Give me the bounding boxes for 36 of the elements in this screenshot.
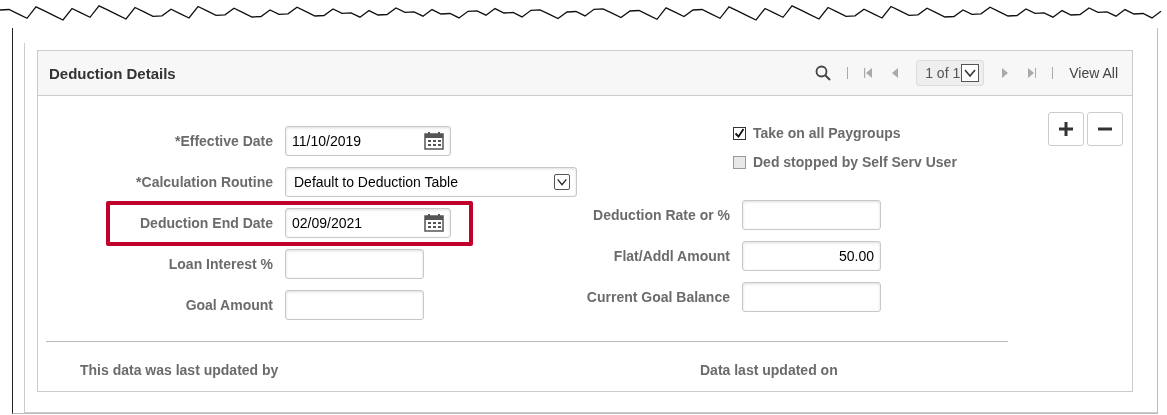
last-page-icon[interactable] [1026,67,1037,79]
panel-title: Deduction Details [49,64,177,82]
field-label: *Calculation Routine [135,173,273,190]
plus-icon [1058,121,1074,137]
input-field[interactable] [742,281,881,312]
input-field[interactable] [742,199,881,230]
field-label: Deduction End Date [139,214,273,231]
checkbox-label: Ded stopped by Self Serv User [753,154,957,170]
field-label: Deduction Rate or % [592,206,730,223]
calendar-icon[interactable] [424,213,444,232]
previous-icon[interactable] [890,67,901,79]
checkbox[interactable] [733,155,746,169]
field-label: *Effective Date [173,132,273,149]
date-field[interactable]: 02/09/2021 [285,207,451,238]
view-all-link[interactable]: View All [1069,65,1118,81]
footer-text: Data last updated on [700,362,838,378]
dropdown[interactable]: Default to Deduction Table [285,166,577,197]
calendar-icon[interactable] [424,131,444,150]
remove-button[interactable] [1087,112,1123,146]
checkbox[interactable] [733,126,746,140]
page-counter[interactable]: 1 of 1 [916,60,985,86]
search-icon[interactable] [815,65,832,81]
field-label: Loan Interest % [167,255,273,272]
field-label: Flat/Addl Amount [612,247,730,264]
input-field[interactable] [285,289,424,320]
checkbox-label: Take on all Paygroups [753,125,901,141]
date-field[interactable]: 11/10/2019 [285,125,451,156]
footer-text: This data was last updated by [80,362,280,378]
add-button[interactable] [1048,112,1084,146]
field-label: Current Goal Balance [585,288,730,305]
first-page-icon[interactable] [864,67,875,79]
caret-icon [554,173,570,190]
input-field[interactable] [285,248,424,279]
caret-icon [961,64,980,82]
input-field[interactable]: 50.00 [742,240,881,271]
field-label: Goal Amount [184,296,273,313]
